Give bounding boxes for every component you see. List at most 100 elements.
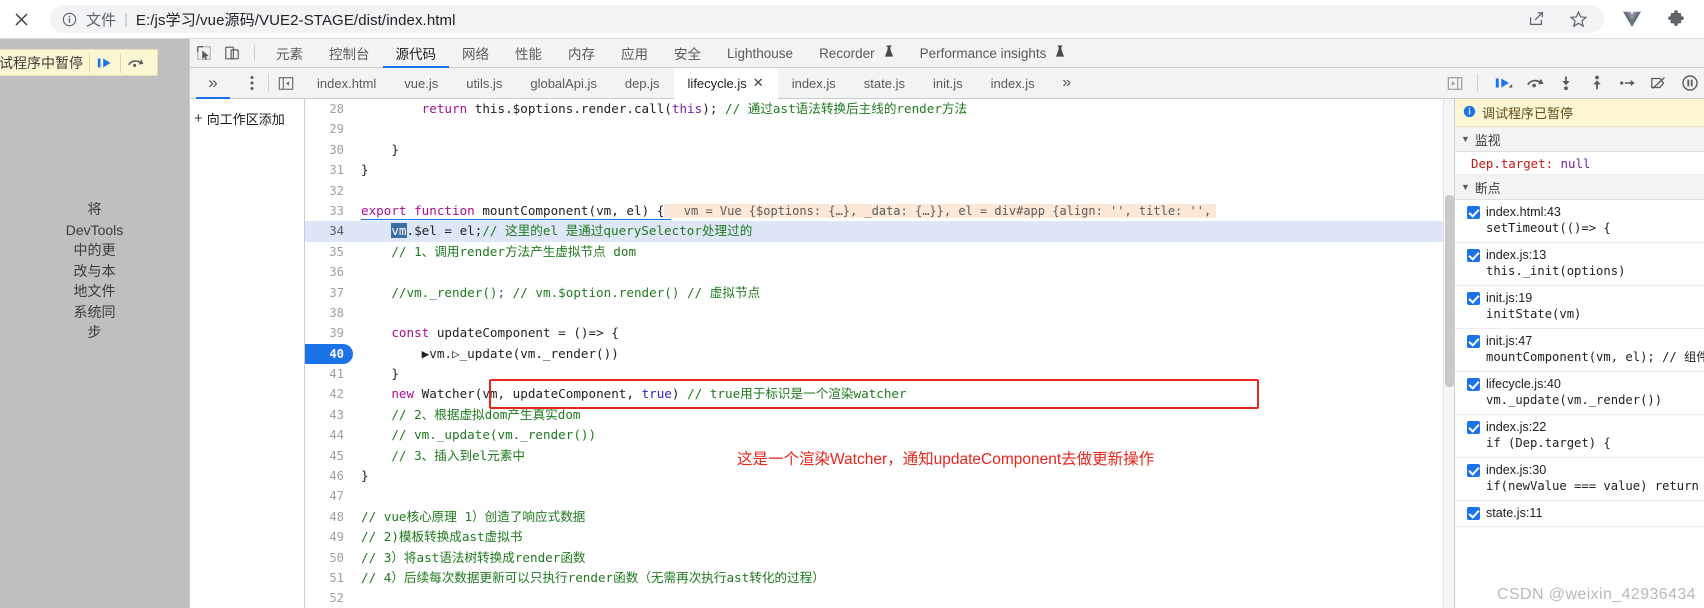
code-line[interactable]: 48 // vue核心原理 1）创造了响应式数据 bbox=[305, 507, 1454, 527]
breakpoint-item[interactable]: index.js:13 this._init(options) bbox=[1455, 243, 1704, 286]
line-number[interactable]: 42 bbox=[305, 384, 353, 404]
step-over-icon[interactable] bbox=[121, 50, 151, 75]
address-bar[interactable]: 文件 | E:/js学习/vue源码/VUE2-STAGE/dist/index… bbox=[50, 5, 1604, 33]
share-icon[interactable] bbox=[1526, 9, 1546, 29]
star-icon[interactable] bbox=[1568, 9, 1588, 29]
code-line[interactable]: 43 // 2、根据虚拟dom产生真实dom bbox=[305, 405, 1454, 425]
file-tab-index.html[interactable]: index.html bbox=[303, 68, 390, 99]
code-line[interactable]: 32 bbox=[305, 181, 1454, 201]
deactivate-breakpoints-icon[interactable] bbox=[1645, 69, 1673, 97]
tab-源代码[interactable]: 源代码 bbox=[382, 39, 449, 68]
tab-Recorder[interactable]: Recorder bbox=[806, 39, 907, 68]
tab-元素[interactable]: 元素 bbox=[263, 39, 316, 68]
code-line[interactable]: 50 // 3）将ast语法树转换成render函数 bbox=[305, 548, 1454, 568]
file-tab-lifecycle.js[interactable]: lifecycle.js ✕ bbox=[673, 67, 778, 99]
code-line[interactable]: 34 vm.$el = el;// 这里的el 是通过querySelector… bbox=[305, 221, 1454, 242]
code-line[interactable]: 39 const updateComponent = ()=> { bbox=[305, 323, 1454, 343]
watch-expression-row[interactable]: Dep.target: null bbox=[1455, 152, 1704, 175]
step-over-next-function-call-icon[interactable] bbox=[1521, 69, 1549, 97]
line-number[interactable]: 37 bbox=[305, 283, 353, 303]
breakpoint-checkbox[interactable] bbox=[1467, 421, 1480, 434]
breakpoint-item[interactable]: index.js:30 if(newValue === value) return bbox=[1455, 458, 1704, 501]
step-out-of-current-function-icon[interactable] bbox=[1583, 69, 1611, 97]
code-line[interactable]: 47 bbox=[305, 486, 1454, 506]
file-tab-index.js[interactable]: index.js bbox=[977, 68, 1049, 99]
scroll-up-arrow[interactable]: ▲ bbox=[1454, 99, 1455, 121]
tab-Performance insights[interactable]: Performance insights bbox=[907, 39, 1079, 68]
puzzle-icon[interactable] bbox=[1666, 9, 1686, 29]
breakpoint-item[interactable]: lifecycle.js:40 vm._update(vm._render()) bbox=[1455, 372, 1704, 415]
breakpoint-checkbox[interactable] bbox=[1467, 249, 1480, 262]
breakpoint-item[interactable]: init.js:19 initState(vm) bbox=[1455, 286, 1704, 329]
tabs-overflow-icon[interactable]: » bbox=[1049, 68, 1085, 99]
code-line[interactable]: 29 bbox=[305, 119, 1454, 139]
breakpoint-checkbox[interactable] bbox=[1467, 292, 1480, 305]
tab-安全[interactable]: 安全 bbox=[661, 39, 714, 68]
resume-script-execution-icon[interactable] bbox=[1490, 69, 1518, 97]
show-debugger-sidebar-icon[interactable] bbox=[1437, 68, 1473, 99]
code-line[interactable]: 28 return this.$options.render.call(this… bbox=[305, 99, 1454, 119]
file-tab-index.js[interactable]: index.js bbox=[778, 68, 850, 99]
line-number[interactable]: 47 bbox=[305, 486, 353, 506]
file-tab-vue.js[interactable]: vue.js bbox=[390, 68, 452, 99]
code-line[interactable]: 35 // 1、调用render方法产生虚拟节点 dom bbox=[305, 242, 1454, 262]
watch-section-header[interactable]: ▼ 监视 bbox=[1455, 127, 1704, 152]
breakpoint-marker[interactable]: 40 bbox=[305, 343, 353, 365]
device-toolbar-icon[interactable] bbox=[218, 39, 246, 67]
line-number[interactable]: 50 bbox=[305, 548, 353, 568]
line-number[interactable]: 35 bbox=[305, 242, 353, 262]
line-number[interactable]: 43 bbox=[305, 405, 353, 425]
line-number[interactable]: 49 bbox=[305, 527, 353, 547]
code-line[interactable]: 51 // 4）后续每次数据更新可以只执行render函数（无需再次执行ast转化… bbox=[305, 568, 1454, 588]
sidebar-scrollbar[interactable] bbox=[1454, 159, 1455, 608]
breakpoint-item[interactable]: init.js:47 mountComponent(vm, el); // 组件的… bbox=[1455, 329, 1704, 372]
file-tab-init.js[interactable]: init.js bbox=[919, 68, 977, 99]
close-icon[interactable] bbox=[0, 0, 42, 39]
step-into-next-function-call-icon[interactable] bbox=[1552, 69, 1580, 97]
line-number[interactable]: 45 bbox=[305, 446, 353, 466]
tab-Lighthouse[interactable]: Lighthouse bbox=[714, 39, 806, 68]
show-navigator-icon[interactable] bbox=[269, 68, 303, 99]
inspect-element-icon[interactable] bbox=[190, 39, 218, 67]
code-line[interactable]: 31} bbox=[305, 160, 1454, 180]
line-number[interactable]: 51 bbox=[305, 568, 353, 588]
code-line[interactable]: 36 bbox=[305, 262, 1454, 282]
line-number[interactable]: 34 bbox=[305, 221, 353, 241]
breakpoint-checkbox[interactable] bbox=[1467, 464, 1480, 477]
code-line[interactable]: 46} bbox=[305, 466, 1454, 486]
code-line[interactable]: 41 } bbox=[305, 364, 1454, 384]
line-number[interactable]: 48 bbox=[305, 507, 353, 527]
file-tab-dep.js[interactable]: dep.js bbox=[611, 68, 674, 99]
vue-devtools-icon[interactable] bbox=[1622, 9, 1642, 29]
code-line[interactable]: 40 ▶vm.▷_update(vm._render()) bbox=[305, 343, 1454, 365]
code-line[interactable]: 30 } bbox=[305, 140, 1454, 160]
code-editor[interactable]: 28 return this.$options.render.call(this… bbox=[305, 99, 1454, 608]
tab-性能[interactable]: 性能 bbox=[502, 39, 555, 68]
file-tab-state.js[interactable]: state.js bbox=[850, 68, 919, 99]
line-number[interactable]: 30 bbox=[305, 140, 353, 160]
file-tab-utils.js[interactable]: utils.js bbox=[452, 68, 516, 99]
breakpoint-checkbox[interactable] bbox=[1467, 507, 1480, 520]
line-number[interactable]: 33 bbox=[305, 201, 353, 221]
pause-on-exceptions-icon[interactable] bbox=[1676, 69, 1704, 97]
breakpoint-item[interactable]: index.html:43 setTimeout(()=> { bbox=[1455, 200, 1704, 243]
code-lines[interactable]: 28 return this.$options.render.call(this… bbox=[305, 99, 1454, 608]
line-number[interactable]: 28 bbox=[305, 99, 353, 119]
code-line[interactable]: 38 bbox=[305, 303, 1454, 323]
info-circle-icon[interactable] bbox=[60, 10, 78, 28]
tab-内存[interactable]: 内存 bbox=[555, 39, 608, 68]
line-number[interactable]: 31 bbox=[305, 160, 353, 180]
breakpoints-section-header[interactable]: ▼ 断点 bbox=[1455, 175, 1704, 200]
breakpoint-checkbox[interactable] bbox=[1467, 335, 1480, 348]
add-folder-to-workspace-button[interactable]: + 向工作区添加 bbox=[190, 107, 304, 130]
editor-scrollbar[interactable] bbox=[1443, 99, 1454, 608]
scrollbar-thumb[interactable] bbox=[1445, 195, 1454, 387]
resume-script-icon[interactable] bbox=[90, 50, 120, 75]
line-number[interactable]: 39 bbox=[305, 323, 353, 343]
tab-应用[interactable]: 应用 bbox=[608, 39, 661, 68]
line-number[interactable]: 46 bbox=[305, 466, 353, 486]
line-number[interactable]: 36 bbox=[305, 262, 353, 282]
breakpoint-checkbox[interactable] bbox=[1467, 206, 1480, 219]
breakpoint-item[interactable]: state.js:11 bbox=[1455, 501, 1704, 527]
breakpoint-item[interactable]: index.js:22 if (Dep.target) { bbox=[1455, 415, 1704, 458]
